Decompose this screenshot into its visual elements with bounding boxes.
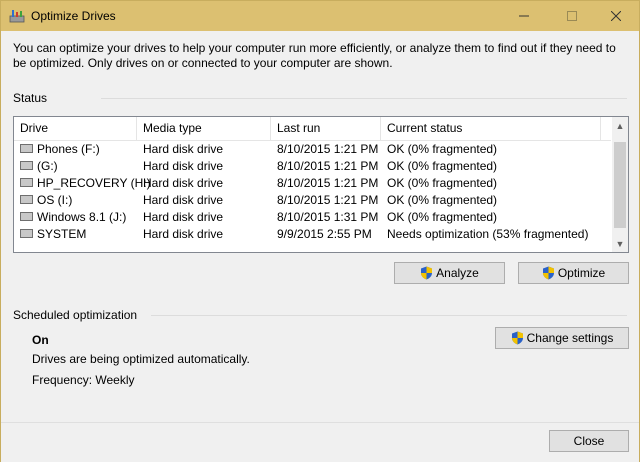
current-status-cell: OK (0% fragmented) — [387, 159, 498, 173]
last-run-cell: 8/10/2015 1:21 PM — [277, 142, 379, 156]
current-status-cell: Needs optimization (53% fragmented) — [387, 227, 589, 241]
media-type-cell: Hard disk drive — [143, 176, 224, 190]
scheduled-section-label: Scheduled optimization — [13, 308, 138, 322]
description-text: You can optimize your drives to help you… — [13, 41, 616, 70]
column-header-media-type[interactable]: Media type — [137, 117, 271, 140]
scroll-up-arrow-icon[interactable]: ▲ — [612, 117, 628, 134]
media-type-cell: Hard disk drive — [143, 227, 224, 241]
window-title: Optimize Drives — [31, 9, 116, 23]
column-header-current-status[interactable]: Current status — [381, 117, 601, 140]
drives-list[interactable]: Drive Media type Last run Current status… — [13, 116, 629, 253]
hard-disk-icon — [20, 212, 33, 222]
optimize-drives-window: Optimize Drives You can optimize your dr… — [0, 0, 640, 462]
schedule-detail: Drives are being optimized automatically… — [32, 352, 250, 366]
scheduled-divider — [151, 315, 627, 316]
status-divider — [101, 98, 627, 99]
optimize-label: Optimize — [557, 266, 606, 280]
change-settings-label: Change settings — [526, 331, 614, 345]
media-type-cell: Hard disk drive — [143, 210, 224, 224]
drive-cell: Windows 8.1 (J:) — [14, 209, 126, 226]
analyze-label: Analyze — [436, 266, 479, 280]
table-row[interactable]: SYSTEM Hard disk drive 9/9/2015 2:55 PM … — [14, 226, 611, 243]
uac-shield-icon — [421, 266, 433, 280]
column-header-drive[interactable]: Drive — [14, 117, 137, 140]
last-run-cell: 8/10/2015 1:21 PM — [277, 193, 379, 207]
status-section-label: Status — [13, 91, 48, 105]
analyze-button[interactable]: Analyze — [394, 262, 505, 284]
media-type-cell: Hard disk drive — [143, 193, 224, 207]
close-window-button[interactable] — [593, 1, 639, 31]
uac-shield-icon — [542, 266, 554, 280]
table-row[interactable]: (G:) Hard disk drive 8/10/2015 1:21 PM O… — [14, 158, 611, 175]
content-area: You can optimize your drives to help you… — [1, 31, 639, 422]
last-run-cell: 9/9/2015 2:55 PM — [277, 227, 372, 241]
hard-disk-icon — [20, 229, 33, 239]
footer-bar: Close — [1, 422, 639, 462]
drive-cell: (G:) — [14, 158, 58, 175]
hard-disk-icon — [20, 195, 33, 205]
drive-cell: SYSTEM — [14, 226, 86, 243]
current-status-cell: OK (0% fragmented) — [387, 193, 498, 207]
drive-cell: HP_RECOVERY (H:) — [14, 175, 151, 192]
change-settings-button[interactable]: Change settings — [495, 327, 629, 349]
last-run-cell: 8/10/2015 1:21 PM — [277, 159, 379, 173]
table-row[interactable]: Windows 8.1 (J:) Hard disk drive 8/10/20… — [14, 209, 611, 226]
table-row[interactable]: Phones (F:) Hard disk drive 8/10/2015 1:… — [14, 141, 611, 158]
schedule-frequency: Frequency: Weekly — [32, 373, 135, 387]
maximize-button[interactable] — [549, 1, 595, 31]
minimize-icon — [519, 15, 529, 17]
hard-disk-icon — [20, 178, 33, 188]
table-row[interactable]: OS (I:) Hard disk drive 8/10/2015 1:21 P… — [14, 192, 611, 209]
close-button[interactable]: Close — [549, 430, 629, 452]
last-run-cell: 8/10/2015 1:21 PM — [277, 176, 379, 190]
drive-cell: OS (I:) — [14, 192, 72, 209]
table-row[interactable]: HP_RECOVERY (H:) Hard disk drive 8/10/20… — [14, 175, 611, 192]
defrag-icon — [9, 10, 25, 23]
close-icon — [611, 11, 621, 21]
media-type-cell: Hard disk drive — [143, 159, 224, 173]
title-bar[interactable]: Optimize Drives — [1, 1, 639, 31]
drive-cell: Phones (F:) — [14, 141, 100, 158]
current-status-cell: OK (0% fragmented) — [387, 210, 498, 224]
media-type-cell: Hard disk drive — [143, 142, 224, 156]
hard-disk-icon — [20, 144, 33, 154]
column-header-last-run[interactable]: Last run — [271, 117, 381, 140]
schedule-state: On — [32, 333, 49, 347]
current-status-cell: OK (0% fragmented) — [387, 176, 498, 190]
list-header: Drive Media type Last run Current status — [14, 117, 611, 141]
scrollbar-thumb[interactable] — [614, 142, 626, 228]
vertical-scrollbar[interactable]: ▲ ▼ — [612, 117, 628, 252]
uac-shield-icon — [511, 331, 523, 345]
hard-disk-icon — [20, 161, 33, 171]
optimize-button[interactable]: Optimize — [518, 262, 629, 284]
last-run-cell: 8/10/2015 1:31 PM — [277, 210, 379, 224]
minimize-button[interactable] — [501, 1, 547, 31]
scroll-down-arrow-icon[interactable]: ▼ — [612, 235, 628, 252]
maximize-icon — [567, 11, 577, 21]
current-status-cell: OK (0% fragmented) — [387, 142, 498, 156]
